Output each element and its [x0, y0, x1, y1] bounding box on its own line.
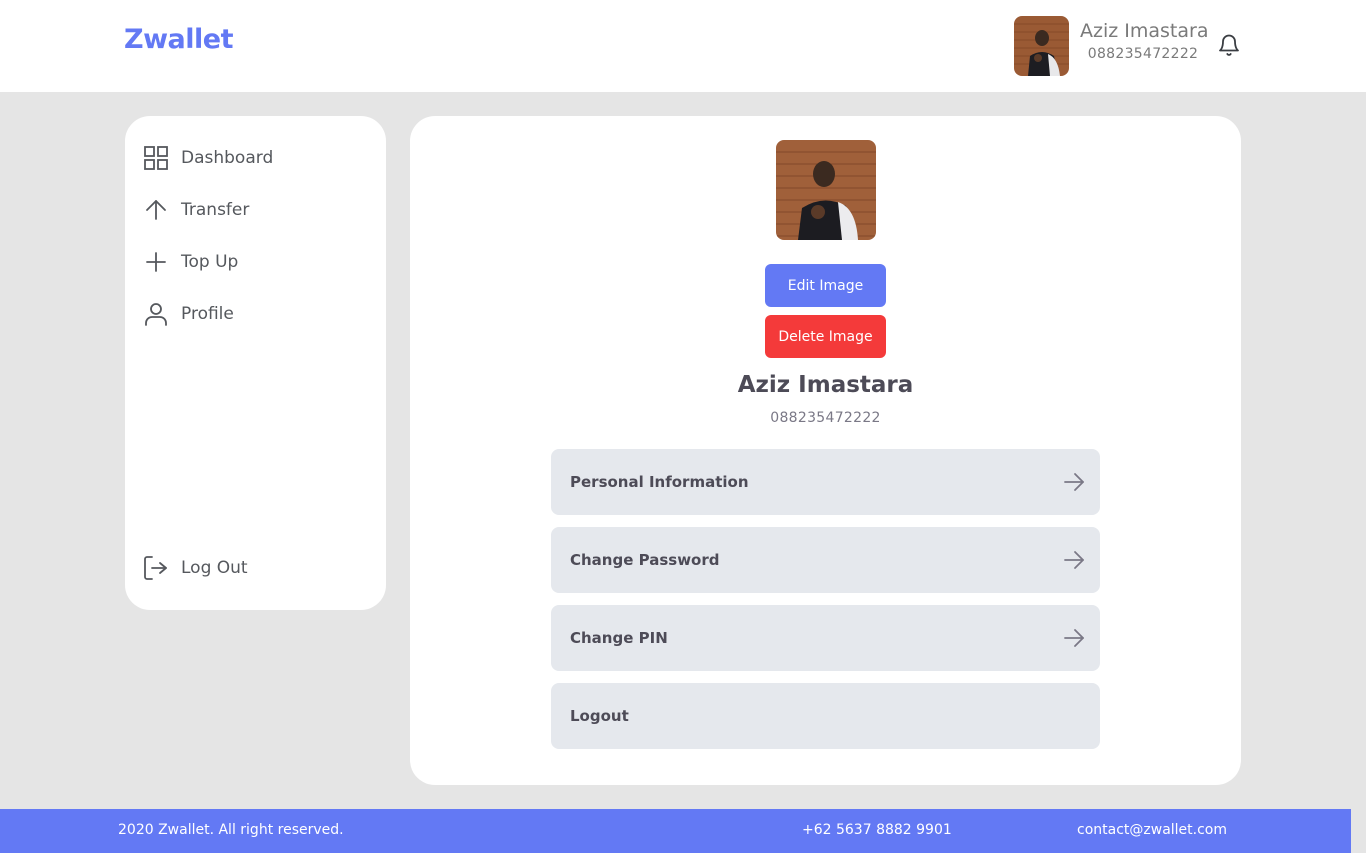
change-pin-item[interactable]: Change PIN	[551, 605, 1100, 671]
sidebar-item-label: Profile	[181, 304, 234, 324]
header-user-phone: 088235472222	[1087, 46, 1199, 62]
personal-information-item[interactable]: Personal Information	[551, 449, 1100, 515]
arrow-right-icon	[1063, 471, 1085, 493]
change-password-item[interactable]: Change Password	[551, 527, 1100, 593]
sidebar-item-transfer[interactable]: Transfer	[143, 195, 249, 225]
profile-phone: 088235472222	[770, 410, 881, 426]
bell-icon[interactable]	[1216, 32, 1242, 60]
profile-card: Edit Image Delete Image Aziz Imastara 08…	[410, 116, 1241, 785]
user-icon	[143, 301, 169, 327]
profile-image	[776, 140, 876, 240]
footer-email: contact@zwallet.com	[1077, 822, 1228, 838]
menu-item-label: Change Password	[570, 551, 720, 569]
menu-item-label: Logout	[570, 707, 629, 725]
sidebar: Dashboard Transfer Top Up Profile Log Ou…	[125, 116, 386, 610]
sidebar-item-label: Transfer	[181, 200, 250, 220]
app-logo[interactable]: Zwallet	[124, 24, 233, 55]
sidebar-item-label: Dashboard	[181, 148, 274, 168]
delete-image-button[interactable]: Delete Image	[765, 315, 886, 358]
plus-icon	[143, 249, 169, 275]
sidebar-item-profile[interactable]: Profile	[143, 299, 234, 329]
grid-icon	[143, 145, 169, 171]
footer-phone: +62 5637 8882 9901	[802, 822, 952, 838]
header-user-name: Aziz Imastara	[1080, 20, 1209, 42]
menu-item-label: Personal Information	[570, 473, 749, 491]
edit-image-button[interactable]: Edit Image	[765, 264, 886, 307]
sidebar-item-label: Top Up	[181, 252, 239, 272]
profile-name: Aziz Imastara	[737, 372, 914, 398]
menu-item-label: Change PIN	[570, 629, 668, 647]
sidebar-item-dashboard[interactable]: Dashboard	[143, 143, 273, 173]
sidebar-logout-button[interactable]: Log Out	[143, 553, 248, 583]
arrow-right-icon	[1063, 627, 1085, 649]
log-out-icon	[143, 555, 169, 581]
sidebar-logout-label: Log Out	[181, 558, 248, 578]
arrow-up-icon	[143, 197, 169, 223]
logout-item[interactable]: Logout	[551, 683, 1100, 749]
top-header: Zwallet Aziz Imastara 088235472222	[0, 0, 1366, 92]
header-user-info: Aziz Imastara 088235472222	[1080, 20, 1209, 62]
header-avatar[interactable]	[1014, 16, 1069, 76]
arrow-right-icon	[1063, 549, 1085, 571]
sidebar-item-top-up[interactable]: Top Up	[143, 247, 238, 277]
footer-copyright: 2020 Zwallet. All right reserved.	[118, 822, 344, 838]
footer: 2020 Zwallet. All right reserved. +62 56…	[0, 809, 1351, 853]
